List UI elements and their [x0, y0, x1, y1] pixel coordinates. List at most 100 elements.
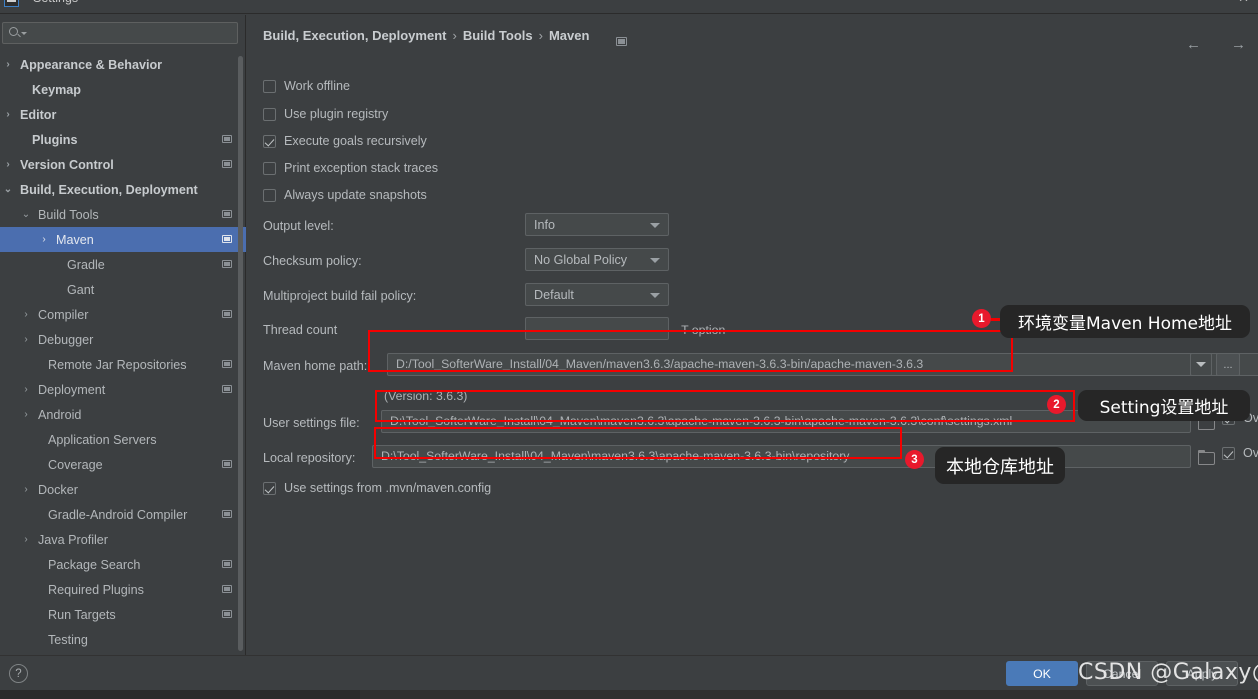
folder-icon[interactable]: [1198, 450, 1215, 465]
sidebar-item-run-targets[interactable]: Run Targets: [0, 602, 246, 627]
checkbox-box: [263, 79, 276, 93]
sidebar-item-appearance-behavior[interactable]: › Appearance & Behavior: [0, 52, 246, 77]
checksum-policy-value: No Global Policy: [534, 252, 628, 267]
annotation-marker-1: 1: [972, 309, 991, 328]
project-scope-icon: [222, 135, 232, 143]
checkbox-box: [263, 107, 276, 121]
use-mvn-config-checkbox[interactable]: Use settings from .mvn/maven.config: [263, 481, 491, 495]
history-navigation: ← →: [1186, 35, 1246, 53]
sidebar-item-build-tools[interactable]: ⌄ Build Tools: [0, 202, 246, 227]
sidebar-item-label: Deployment: [38, 382, 106, 397]
checkbox-always-update-snapshots[interactable]: Always update snapshots: [263, 188, 427, 202]
back-arrow-icon[interactable]: ←: [1186, 36, 1201, 53]
use-mvn-config-label: Use settings from .mvn/maven.config: [284, 481, 492, 495]
checkbox-execute-goals-recursively[interactable]: Execute goals recursively: [263, 134, 427, 148]
sidebar-item-label: Required Plugins: [48, 582, 144, 597]
close-icon[interactable]: ✕: [1238, 0, 1249, 5]
sidebar-item-version-control[interactable]: › Version Control: [0, 152, 246, 177]
breadcrumb-part-1[interactable]: Build, Execution, Deployment: [263, 28, 446, 43]
project-scope-icon: [222, 310, 232, 318]
sidebar-item-editor[interactable]: › Editor: [0, 102, 246, 127]
project-scope-icon: [222, 585, 232, 593]
checkbox-box: [1222, 446, 1235, 460]
forward-arrow-icon[interactable]: →: [1231, 36, 1246, 53]
checksum-policy-select[interactable]: No Global Policy: [525, 248, 669, 271]
ok-button[interactable]: OK: [1006, 661, 1078, 686]
sidebar-item-gradle[interactable]: Gradle: [0, 252, 246, 277]
sidebar-item-label: Plugins: [32, 132, 78, 147]
multiproject-policy-select[interactable]: Default: [525, 283, 669, 306]
sidebar-item-compiler[interactable]: › Compiler: [0, 302, 246, 327]
checkbox-print-exception-stack-traces[interactable]: Print exception stack traces: [263, 161, 438, 175]
sidebar-item-label: Testing: [48, 632, 88, 647]
sidebar-item-label: Version Control: [20, 157, 114, 172]
breadcrumb-part-2[interactable]: Build Tools: [463, 28, 533, 43]
chevron-right-icon: ›: [24, 409, 28, 420]
multiproject-policy-value: Default: [534, 287, 574, 302]
sidebar-item-plugins[interactable]: Plugins: [0, 127, 246, 152]
sidebar-item-debugger[interactable]: › Debugger: [0, 327, 246, 352]
sidebar-item-remote-jar-repositories[interactable]: Remote Jar Repositories: [0, 352, 246, 377]
thread-count-label: Thread count: [263, 323, 338, 337]
output-level-value: Info: [534, 217, 556, 232]
chevron-right-icon: ›: [24, 309, 28, 320]
sidebar-item-testing[interactable]: Testing: [0, 627, 246, 652]
chevron-down-icon: [650, 223, 660, 228]
chevron-down-icon: ⌄: [3, 184, 13, 195]
chevron-right-icon: ›: [6, 109, 10, 120]
project-scope-icon: [222, 385, 232, 393]
sidebar-scrollbar[interactable]: [238, 56, 243, 651]
sidebar-item-application-servers[interactable]: Application Servers: [0, 427, 246, 452]
checkbox-work-offline[interactable]: Work offline: [263, 79, 350, 93]
local-repository-override-checkbox[interactable]: Override: [1222, 446, 1258, 460]
sidebar-item-label: Gradle-Android Compiler: [48, 507, 188, 522]
app-icon: [4, 0, 19, 7]
checkbox-label: Work offline: [284, 79, 351, 93]
sidebar-item-label: Build, Execution, Deployment: [20, 182, 198, 197]
sidebar-item-docker[interactable]: › Docker: [0, 477, 246, 502]
project-scope-icon: [222, 160, 232, 168]
project-scope-icon: [222, 510, 232, 518]
multiproject-policy-label: Multiproject build fail policy:: [263, 289, 417, 303]
project-scope-icon: [616, 37, 627, 46]
sidebar-item-deployment[interactable]: › Deployment: [0, 377, 246, 402]
checkbox-box: [263, 481, 276, 495]
sidebar-item-package-search[interactable]: Package Search: [0, 552, 246, 577]
help-icon[interactable]: ?: [9, 664, 28, 683]
sidebar-item-coverage[interactable]: Coverage: [0, 452, 246, 477]
output-level-select[interactable]: Info: [525, 213, 669, 236]
sidebar-item-label: Editor: [20, 107, 57, 122]
sidebar-item-build-execution-deployment[interactable]: ⌄ Build, Execution, Deployment: [0, 177, 246, 202]
search-input[interactable]: [2, 22, 238, 44]
sidebar-item-keymap[interactable]: Keymap: [0, 77, 246, 102]
sidebar-item-label: Appearance & Behavior: [20, 57, 163, 72]
project-scope-icon: [222, 260, 232, 268]
checkbox-box: [263, 161, 276, 175]
breadcrumb-part-3[interactable]: Maven: [549, 28, 589, 43]
checksum-policy-label: Checksum policy:: [263, 254, 362, 268]
sidebar-item-gradle-android-compiler[interactable]: Gradle-Android Compiler: [0, 502, 246, 527]
sidebar-item-label: Keymap: [32, 82, 81, 97]
annotation-marker-3: 3: [905, 450, 924, 469]
sidebar-item-maven[interactable]: › Maven: [0, 227, 246, 252]
chevron-down-icon: [650, 293, 660, 298]
checkbox-use-plugin-registry[interactable]: Use plugin registry: [263, 107, 388, 121]
maven-home-path-dropdown-button[interactable]: [1190, 353, 1212, 376]
sidebar-item-label: Package Search: [48, 557, 141, 572]
window-title: Settings: [33, 0, 78, 5]
settings-dialog: Settings ✕ ›Appearance & BehaviorKeymap›…: [0, 0, 1258, 699]
sidebar-item-android[interactable]: › Android: [0, 402, 246, 427]
sidebar-item-label: Remote Jar Repositories: [48, 357, 187, 372]
checkbox-label: Always update snapshots: [284, 188, 427, 202]
sidebar-item-java-profiler[interactable]: › Java Profiler: [0, 527, 246, 552]
sidebar-item-gant[interactable]: Gant: [0, 277, 246, 302]
chevron-right-icon: ›: [24, 484, 28, 495]
checkbox-label: Print exception stack traces: [284, 161, 438, 175]
sidebar-item-required-plugins[interactable]: Required Plugins: [0, 577, 246, 602]
sidebar-item-label: Compiler: [38, 307, 89, 322]
sidebar-item-label: Build Tools: [38, 207, 99, 222]
checkbox-box: [263, 188, 276, 202]
checkbox-box: [263, 134, 276, 148]
sidebar-item-label: Gant: [67, 282, 95, 297]
maven-home-path-browse-button[interactable]: ...: [1216, 353, 1240, 376]
